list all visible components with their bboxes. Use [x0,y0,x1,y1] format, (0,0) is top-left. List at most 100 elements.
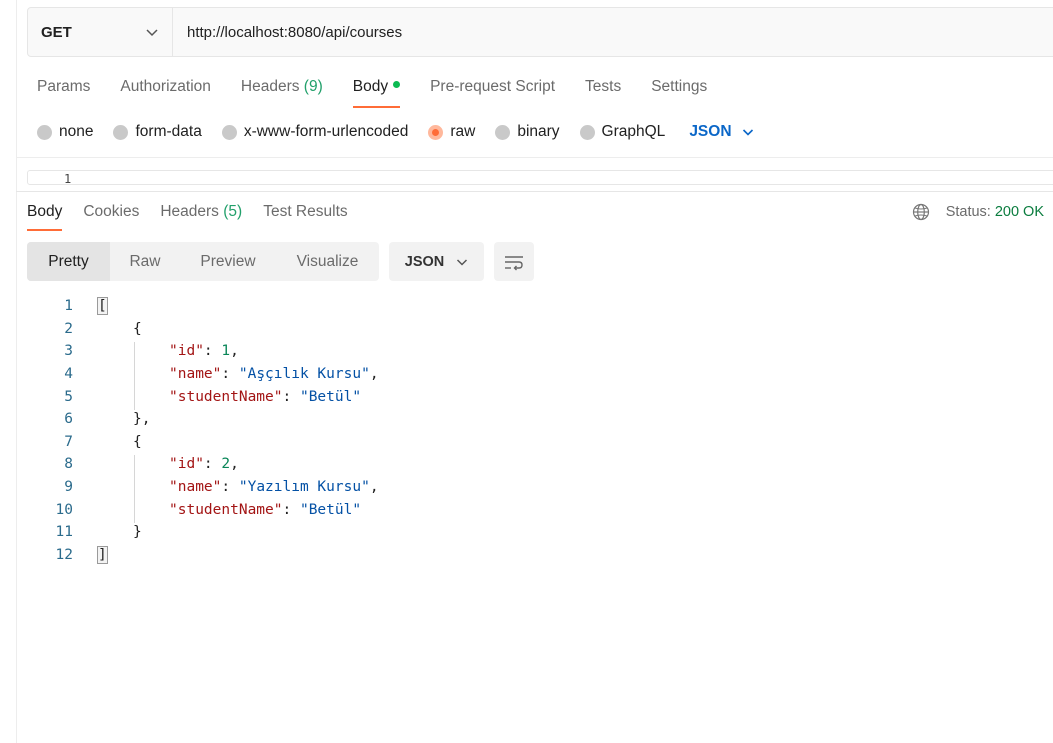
line-number: 9 [64,479,73,496]
json-key: "id" [169,343,204,360]
json-string: "Betül" [299,388,362,405]
tab-label: Headers [160,203,219,220]
tab-pre-request-script[interactable]: Pre-request Script [430,78,555,108]
view-label: Visualize [296,252,359,270]
code-text: "name": "Aşçılık Kursu", [169,366,379,383]
request-body-editor[interactable]: 1 [27,170,1053,185]
response-body-code[interactable]: 1 [ 2 { 3 "id": 1, 4 "name": "Aşçılık Kursu"… [27,295,379,566]
radio-label: binary [517,123,560,140]
request-tabs: Params Authorization Headers (9) Body Pr… [37,78,737,108]
json-key: "name" [169,479,222,496]
headers-count: (5) [223,203,243,220]
method-select[interactable]: GET [28,8,173,56]
tab-tests[interactable]: Tests [585,78,621,108]
json-number: 1 [221,343,231,360]
radio-none[interactable]: none [37,123,93,141]
chevron-down-icon [457,258,468,266]
wrap-lines-icon [505,255,523,270]
code-text: }, [133,411,151,428]
code-text: "studentName": "Betül" [169,501,362,518]
code-line: 9 "name": "Yazılım Kursu", [27,476,378,499]
radio-binary[interactable]: binary [495,123,560,141]
json-string: "Yazılım Kursu" [238,479,370,496]
tab-label: Headers [240,78,300,95]
tab-headers[interactable]: Headers (9) [241,78,323,108]
response-tab-body[interactable]: Body [27,203,63,231]
line-number: 8 [64,456,73,473]
radio-urlencoded[interactable]: x-www-form-urlencoded [221,123,409,141]
url-input[interactable]: http://localhost:8080/api/courses [173,24,402,41]
line-number: 7 [64,433,73,450]
tab-label: Body [27,203,63,220]
code-text: "name": "Yazılım Kursu", [169,479,379,496]
method-label: GET [41,23,72,41]
radio-icon [37,124,52,140]
code-line: 3 "id": 1, [27,340,239,363]
json-punct: , [230,456,239,473]
line-number: 5 [64,388,73,405]
view-label: Preview [200,252,256,270]
code-text: ] [97,545,108,564]
radio-label: form-data [135,123,202,140]
radio-icon [221,124,237,140]
body-indicator-dot [393,81,401,89]
sidebar-edge [16,0,17,743]
headers-count: (9) [303,78,323,95]
radio-icon [113,124,129,140]
status-label: Status: [945,204,991,220]
view-preview[interactable]: Preview [180,242,276,281]
response-format-select[interactable]: JSON [389,242,484,281]
code-line: 11} [27,521,142,544]
radio-label: x-www-form-urlencoded [243,123,409,140]
globe-icon[interactable] [912,203,930,221]
code-line: 7{ [27,431,141,454]
json-key: "id" [169,456,204,473]
status-badge[interactable]: 200 OK [995,204,1044,220]
tab-label: Body [352,78,389,95]
code-text: { [133,433,142,450]
radio-label: GraphQL [601,123,666,140]
json-key: "studentName" [169,501,283,518]
code-line: 4 "name": "Aşçılık Kursu", [27,363,378,386]
response-status: Status: 200 OK [912,203,1044,221]
code-line: 6}, [27,408,150,431]
tab-label: Pre-request Script [430,78,556,95]
view-pretty[interactable]: Pretty [27,242,110,281]
tab-label: Tests [585,78,622,95]
matched-bracket: [ [97,297,108,316]
matched-bracket: ] [97,545,108,564]
tab-label: Cookies [83,203,140,220]
view-raw[interactable]: Raw [110,242,180,281]
response-tab-headers[interactable]: Headers (5) [160,203,242,231]
radio-form-data[interactable]: form-data [113,123,202,141]
body-language-select[interactable]: JSON [689,123,753,141]
pane-splitter[interactable] [16,191,1053,192]
code-line: 8 "id": 2, [27,453,239,476]
code-text: "studentName": "Betül" [169,388,362,405]
response-tab-cookies[interactable]: Cookies [83,203,139,231]
radio-checked-icon [428,124,444,140]
wrap-lines-button[interactable] [494,242,534,281]
line-number: 10 [55,501,73,518]
tab-label: Params [37,78,91,95]
line-number: 4 [64,366,73,383]
code-line: 10 "studentName": "Betül" [27,498,362,521]
view-label: Pretty [48,252,89,270]
view-label: Raw [129,252,161,270]
tab-label: Authorization [120,78,211,95]
divider [16,157,1053,158]
tab-authorization[interactable]: Authorization [120,78,210,108]
response-tab-test-results[interactable]: Test Results [263,203,347,231]
radio-raw[interactable]: raw [428,123,475,141]
json-key: "studentName" [169,388,283,405]
json-key: "name" [169,366,222,383]
tab-params[interactable]: Params [37,78,90,108]
chevron-down-icon [146,29,158,37]
indent-guide [134,342,135,410]
view-visualize[interactable]: Visualize [276,242,379,281]
tab-settings[interactable]: Settings [651,78,707,108]
body-language-label: JSON [689,123,732,140]
json-number: 2 [221,456,231,473]
radio-graphql[interactable]: GraphQL [579,123,666,141]
tab-body[interactable]: Body [352,78,401,108]
